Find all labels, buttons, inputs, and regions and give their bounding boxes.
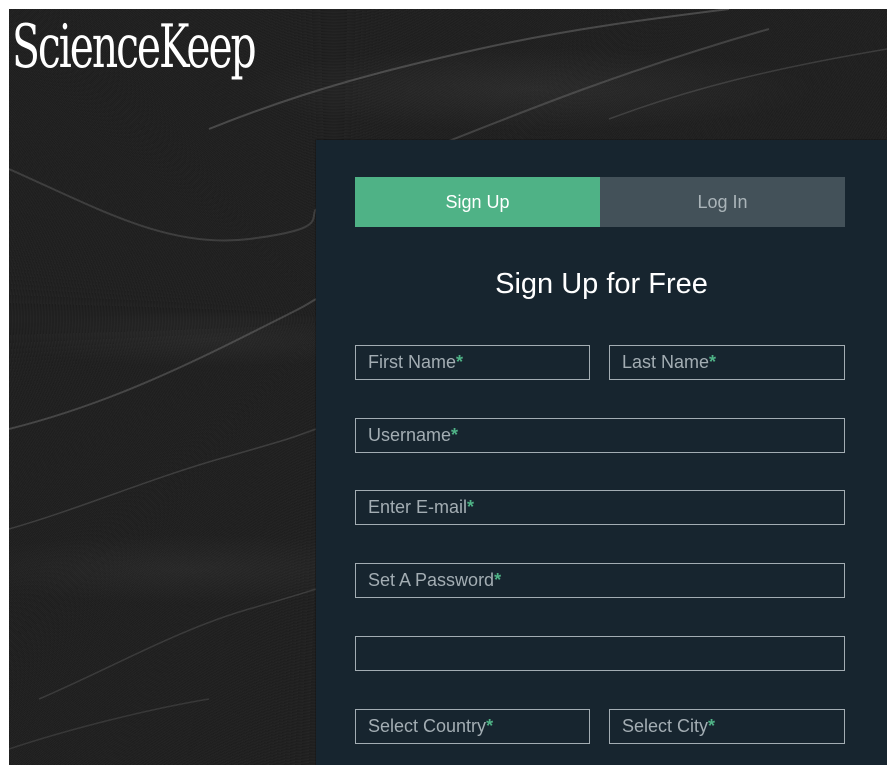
tab-sign-up[interactable]: Sign Up bbox=[355, 177, 600, 227]
required-marker: * bbox=[486, 716, 494, 736]
tab-log-in[interactable]: Log In bbox=[600, 177, 845, 227]
required-marker: * bbox=[709, 352, 717, 372]
blank-input-field[interactable] bbox=[355, 636, 845, 671]
email-placeholder: Enter E-mail bbox=[368, 497, 468, 517]
form-heading: Sign Up for Free bbox=[495, 268, 708, 300]
last-name-field[interactable]: Last Name * bbox=[609, 345, 845, 380]
background-stone-texture: ScienceKeep Sign Up Log In Sign Up for F… bbox=[9, 9, 887, 765]
required-marker: * bbox=[451, 425, 459, 445]
required-marker: * bbox=[494, 570, 502, 590]
required-marker: * bbox=[456, 352, 464, 372]
country-select[interactable]: Select Country * bbox=[355, 709, 590, 744]
app-logo: ScienceKeep bbox=[12, 12, 257, 82]
username-field[interactable]: Username * bbox=[355, 418, 845, 453]
city-select[interactable]: Select City * bbox=[609, 709, 845, 744]
first-name-field[interactable]: First Name * bbox=[355, 345, 590, 380]
required-marker: * bbox=[708, 716, 716, 736]
password-placeholder: Set A Password bbox=[368, 570, 495, 590]
last-name-placeholder: Last Name bbox=[622, 352, 710, 372]
city-placeholder: Select City bbox=[622, 716, 709, 736]
auth-tabs: Sign Up Log In bbox=[355, 177, 845, 227]
country-placeholder: Select Country bbox=[368, 716, 487, 736]
signup-panel: Sign Up Log In Sign Up for Free First Na… bbox=[316, 140, 887, 765]
password-field[interactable]: Set A Password * bbox=[355, 563, 845, 598]
email-field[interactable]: Enter E-mail * bbox=[355, 490, 845, 525]
first-name-placeholder: First Name bbox=[368, 352, 457, 372]
required-marker: * bbox=[467, 497, 475, 517]
username-placeholder: Username bbox=[368, 425, 452, 445]
